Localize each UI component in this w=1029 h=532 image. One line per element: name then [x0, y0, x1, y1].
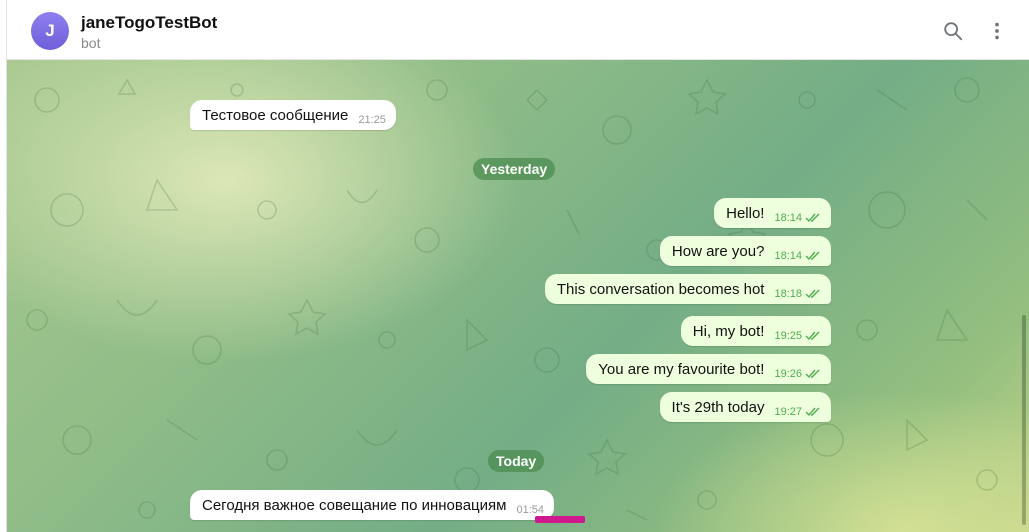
- message-outgoing[interactable]: Hello! 18:14: [714, 198, 831, 228]
- date-separator-yesterday: Yesterday: [473, 158, 556, 180]
- message-incoming[interactable]: Сегодня важное совещание по инновациям 0…: [190, 490, 554, 520]
- scrollbar[interactable]: [1022, 315, 1026, 525]
- chat-header: J janeTogoTestBot bot: [7, 0, 1029, 60]
- double-check-icon: [805, 407, 820, 417]
- more-vertical-icon: [995, 22, 999, 40]
- search-icon: [944, 22, 963, 41]
- message-time: 18:18: [774, 288, 802, 300]
- message-text: Сегодня важное совещание по инновациям: [202, 496, 507, 514]
- message-time: 19:27: [774, 406, 802, 418]
- message-incoming[interactable]: Тестовое сообщение 21:25: [190, 100, 396, 130]
- message-outgoing[interactable]: It's 29th today 19:27: [659, 392, 831, 422]
- message-time: 18:14: [774, 250, 802, 262]
- double-check-icon: [805, 213, 820, 223]
- avatar[interactable]: J: [31, 12, 69, 50]
- message-time: 19:26: [774, 368, 802, 380]
- message-text: You are my favourite bot!: [598, 360, 765, 378]
- message-text: Hello!: [726, 204, 765, 222]
- window-edge: [0, 0, 7, 532]
- message-text: Hi, my bot!: [692, 322, 765, 340]
- search-button[interactable]: [940, 18, 966, 44]
- message-outgoing[interactable]: Hi, my bot! 19:25: [680, 316, 831, 346]
- message-time: 21:25: [358, 114, 386, 126]
- message-outgoing[interactable]: You are my favourite bot! 19:26: [586, 354, 831, 384]
- chat-area[interactable]: Тестовое сообщение 21:25 Yesterday Hello…: [7, 60, 1029, 532]
- double-check-icon: [805, 331, 820, 341]
- highlight-marker: [535, 516, 585, 523]
- message-outgoing[interactable]: This conversation becomes hot 18:18: [544, 274, 831, 304]
- message-text: This conversation becomes hot: [556, 280, 765, 298]
- double-check-icon: [805, 289, 820, 299]
- message-time: 19:25: [774, 330, 802, 342]
- message-time: 01:54: [516, 504, 544, 516]
- message-text: Тестовое сообщение: [202, 106, 349, 124]
- chat-subtitle: bot: [81, 35, 101, 51]
- message-time: 18:14: [774, 212, 802, 224]
- more-menu-button[interactable]: [984, 18, 1010, 44]
- message-text: It's 29th today: [671, 398, 765, 416]
- chat-title[interactable]: janeTogoTestBot: [81, 13, 217, 33]
- message-outgoing[interactable]: How are you? 18:14: [659, 236, 831, 266]
- double-check-icon: [805, 251, 820, 261]
- message-text: How are you?: [671, 242, 765, 260]
- date-separator-today: Today: [488, 450, 545, 472]
- double-check-icon: [805, 369, 820, 379]
